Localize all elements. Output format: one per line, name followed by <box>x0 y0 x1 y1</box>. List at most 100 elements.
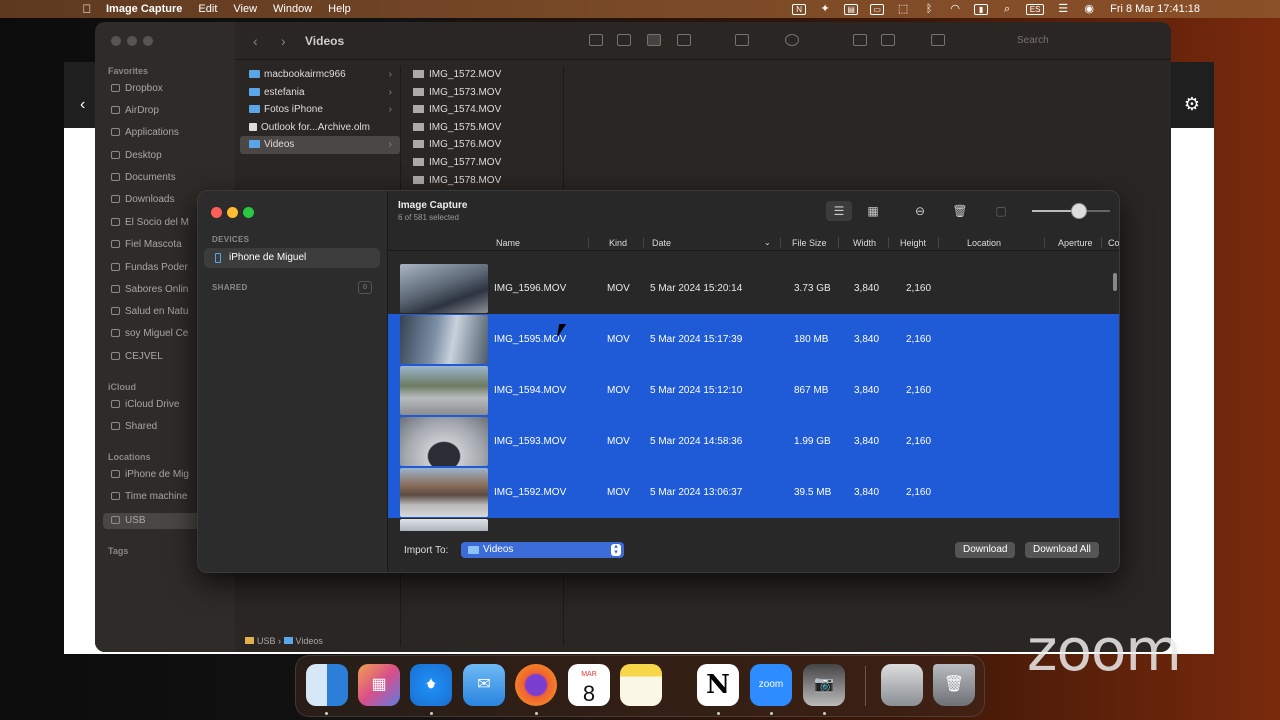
rotate-icon[interactable]: ▢ <box>988 201 1014 221</box>
image-capture-icon[interactable]: 📷 <box>803 664 845 706</box>
list-item[interactable]: Fotos iPhone › <box>240 101 400 119</box>
table-row[interactable]: IMG_1592.MOV MOV 5 Mar 2024 13:06:37 39.… <box>388 467 1119 518</box>
mail-icon[interactable]: ✉ <box>463 664 505 706</box>
action-menu-icon[interactable] <box>785 34 799 46</box>
sidebar-item-dropbox[interactable]: Dropbox <box>111 83 231 94</box>
list-view-icon[interactable]: ☰ <box>826 201 852 221</box>
sidebar-item-applications[interactable]: Applications <box>111 127 231 138</box>
column-header-location[interactable]: Location <box>967 238 1001 248</box>
path-videos[interactable]: Videos <box>296 636 323 646</box>
display-status-icon[interactable]: ▭ <box>870 3 885 15</box>
notion-icon[interactable]: N <box>697 664 739 706</box>
share-icon[interactable] <box>853 34 867 46</box>
column-header-aperture[interactable]: Aperture <box>1058 238 1093 248</box>
download-all-button[interactable]: Download All <box>1025 542 1099 558</box>
icon-view-icon[interactable] <box>589 34 603 46</box>
gallery-view-icon[interactable] <box>677 34 691 46</box>
notion-status-icon[interactable]: N <box>792 3 807 15</box>
downloads-stack-icon[interactable] <box>881 664 923 706</box>
siri-icon[interactable]: ◉ <box>1082 3 1096 15</box>
list-item[interactable]: IMG_1573.MOV <box>401 84 563 102</box>
list-item[interactable]: estefania › <box>240 84 400 102</box>
back-arrow-icon[interactable]: ‹ <box>253 33 258 49</box>
menu-edit[interactable]: Edit <box>198 3 217 15</box>
column-header-kind[interactable]: Kind <box>609 238 627 248</box>
list-item[interactable]: IMG_1576.MOV <box>401 136 563 154</box>
dropbox-status-icon[interactable]: ✦ <box>818 3 832 15</box>
control-center-icon[interactable]: ☰ <box>1056 3 1070 15</box>
gear-icon[interactable]: ⚙ <box>1184 94 1200 115</box>
column-header-width[interactable]: Width <box>853 238 876 248</box>
list-item[interactable]: IMG_1572.MOV <box>401 66 563 84</box>
finder-minimize-button[interactable] <box>127 36 137 46</box>
list-item[interactable]: IMG_1574.MOV <box>401 101 563 119</box>
input-source-icon[interactable]: ES <box>1026 3 1045 15</box>
screen-record-icon[interactable]: ⬚ <box>896 3 910 15</box>
table-row[interactable]: IMG_1596.MOV MOV 5 Mar 2024 15:20:14 3.7… <box>388 263 1119 314</box>
column-view-icon[interactable] <box>647 34 661 46</box>
scrollbar-thumb[interactable] <box>1113 273 1117 291</box>
table-row[interactable]: IMG_1593.MOV MOV 5 Mar 2024 14:58:36 1.9… <box>388 416 1119 467</box>
list-item[interactable]: IMG_1578.MOV <box>401 172 563 190</box>
more-options-icon[interactable]: ⊖ <box>907 201 933 221</box>
slider-knob[interactable] <box>1070 203 1087 219</box>
zoom-app-icon[interactable]: zoom <box>750 664 792 706</box>
document-status-icon[interactable]: ▤ <box>844 3 859 15</box>
column-header-name[interactable]: Name <box>496 238 520 248</box>
list-item[interactable]: IMG_1577.MOV <box>401 154 563 172</box>
sidebar-item-desktop[interactable]: Desktop <box>111 150 231 161</box>
trash-icon[interactable]: 🗑 <box>947 201 973 221</box>
column-header-height[interactable]: Height <box>900 238 926 248</box>
zoom-button[interactable] <box>243 207 254 218</box>
firefox-icon[interactable] <box>515 664 557 706</box>
column-header-date[interactable]: Date <box>652 238 671 248</box>
minimize-button[interactable] <box>227 207 238 218</box>
wifi-icon[interactable]: ◠ <box>948 3 962 15</box>
menu-window[interactable]: Window <box>273 3 312 15</box>
column-header-co[interactable]: Co <box>1108 238 1119 248</box>
close-button[interactable] <box>211 207 222 218</box>
dropbox-toolbar-icon[interactable] <box>931 34 945 46</box>
video-file-icon <box>413 175 424 184</box>
safari-icon[interactable]: ✦ <box>410 664 452 706</box>
folder-icon <box>111 218 120 226</box>
sidebar-item-airdrop[interactable]: AirDrop <box>111 105 231 116</box>
menu-app-name[interactable]: Image Capture <box>106 3 182 15</box>
table-row[interactable]: IMG_1594.MOV MOV 5 Mar 2024 15:12:10 867… <box>388 365 1119 416</box>
download-button[interactable]: Download <box>955 542 1016 558</box>
path-usb[interactable]: USB <box>257 636 276 646</box>
trash-icon[interactable]: 🗑 <box>933 664 975 706</box>
finder-close-button[interactable] <box>111 36 121 46</box>
menu-view[interactable]: View <box>233 3 257 15</box>
apple-menu-icon[interactable]:  <box>78 2 96 16</box>
device-item-iphone[interactable]: iPhone de Miguel <box>204 248 380 268</box>
list-item[interactable]: macbookairmc966 › <box>240 66 400 84</box>
table-row[interactable] <box>388 518 1119 531</box>
calendar-icon[interactable]: MAR 8 <box>568 664 610 706</box>
forward-arrow-icon[interactable]: › <box>281 33 286 49</box>
spotlight-search-icon[interactable]: ⌕ <box>1000 3 1014 15</box>
group-by-icon[interactable] <box>735 34 749 46</box>
list-view-icon[interactable] <box>617 34 631 46</box>
list-item-selected[interactable]: Videos › <box>240 136 400 154</box>
import-destination-select[interactable]: Videos ▴ ▾ <box>461 542 624 558</box>
finder-zoom-button[interactable] <box>143 36 153 46</box>
notes-icon[interactable] <box>620 664 662 706</box>
list-item[interactable]: IMG_1575.MOV <box>401 119 563 137</box>
sidebar-item-documents[interactable]: Documents <box>111 172 231 183</box>
menu-bar-clock[interactable]: Fri 8 Mar 17:41:18 <box>1110 3 1200 15</box>
back-chevron-icon[interactable]: ‹ <box>80 96 85 114</box>
launchpad-icon[interactable]: ▦ <box>358 664 400 706</box>
column-header-file-size[interactable]: File Size <box>792 238 827 248</box>
grid-view-icon[interactable]: ▦ <box>860 201 886 221</box>
thumbnail-size-slider[interactable] <box>1032 203 1110 219</box>
menu-help[interactable]: Help <box>328 3 351 15</box>
bluetooth-icon[interactable]: ᛒ <box>922 3 936 15</box>
table-row[interactable]: IMG_1595.MOV MOV 5 Mar 2024 15:17:39 180… <box>388 314 1119 365</box>
list-item[interactable]: Outlook for...Archive.olm <box>240 119 400 137</box>
battery-icon[interactable]: ▮ <box>974 3 989 15</box>
finder-search-field[interactable]: Search <box>1001 32 1151 50</box>
finder-icon[interactable] <box>306 664 348 706</box>
tag-icon[interactable] <box>881 34 895 46</box>
sort-chevron-down-icon[interactable]: ⌄ <box>764 238 771 247</box>
